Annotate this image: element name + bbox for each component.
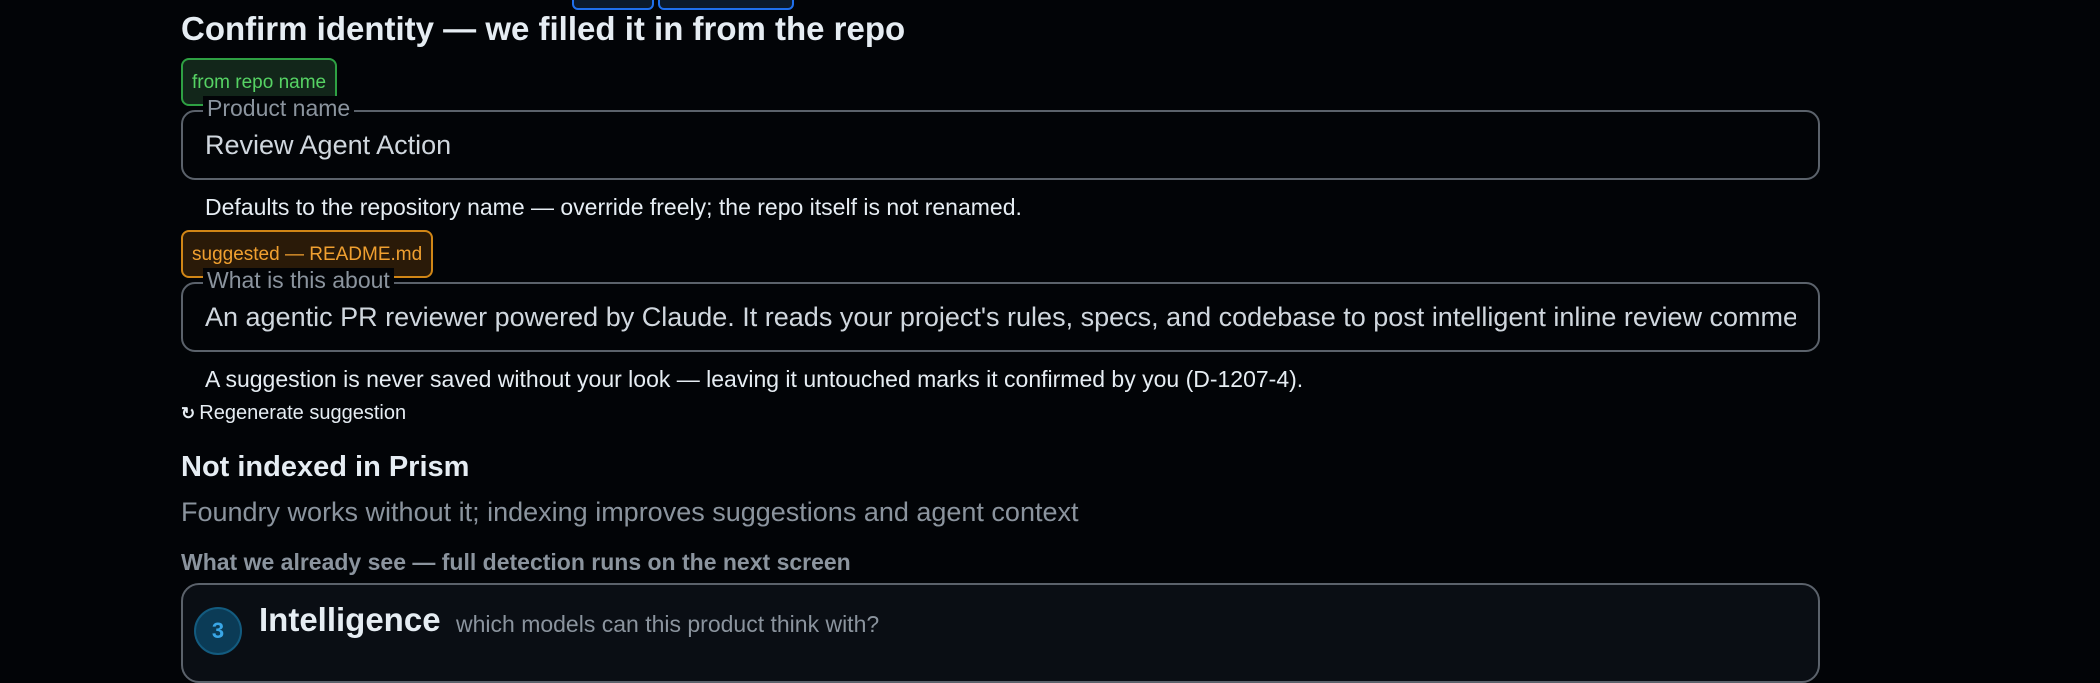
regenerate-label: Regenerate suggestion xyxy=(199,402,407,424)
step-subtitle: which models can this product think with… xyxy=(456,611,880,637)
refresh-icon: ↻ xyxy=(181,403,196,423)
about-help: A suggestion is never saved without your… xyxy=(205,366,1304,392)
top-pill[interactable] xyxy=(572,0,654,10)
prism-subtitle: Foundry works without it; indexing impro… xyxy=(181,497,1079,527)
about-input[interactable]: An agentic PR reviewer powered by Claude… xyxy=(205,284,1796,350)
product-name-help: Defaults to the repository name — overri… xyxy=(205,194,1022,220)
detection-note: What we already see — full detection run… xyxy=(181,549,851,575)
about-field[interactable]: What is this about An agentic PR reviewe… xyxy=(181,268,1820,352)
top-tab-pills xyxy=(572,0,794,10)
product-name-field[interactable]: Product name Review Agent Action xyxy=(181,96,1820,180)
regenerate-suggestion-button[interactable]: ↻ Regenerate suggestion xyxy=(181,402,406,425)
top-pill[interactable] xyxy=(658,0,794,10)
intelligence-step-card[interactable]: 3 Intelligence which models can this pro… xyxy=(181,583,1820,683)
identity-heading: Confirm identity — we filled it in from … xyxy=(181,10,906,47)
prism-heading: Not indexed in Prism xyxy=(181,451,470,483)
step-number: 3 xyxy=(194,607,242,655)
product-name-input[interactable]: Review Agent Action xyxy=(205,112,1796,178)
step-title: Intelligence xyxy=(259,601,441,638)
